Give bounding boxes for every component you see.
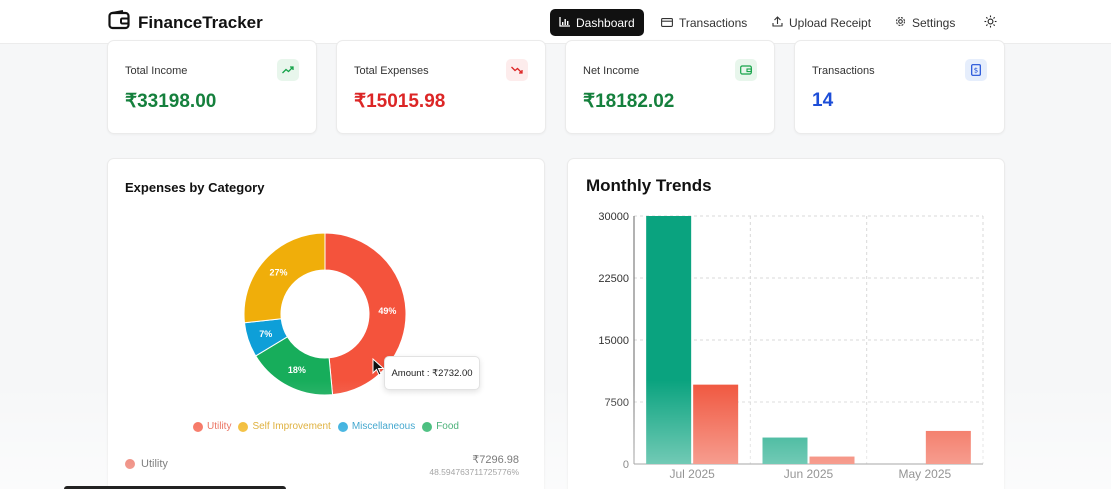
y-tick-label: 15000	[598, 335, 629, 347]
y-tick-label: 0	[623, 459, 629, 471]
x-tick-label: Jul 2025	[669, 467, 715, 481]
y-tick-label: 22500	[598, 273, 629, 285]
y-tick-label: 7500	[605, 397, 629, 409]
y-tick-label: 30000	[598, 211, 629, 223]
x-tick-label: May 2025	[898, 467, 951, 481]
monthly-trends-bar-chart: 0 7500 15000 22500 30000 Jul 2025 Jun 2025 May …	[598, 211, 984, 481]
bar-jun-2025-series-1[interactable]	[809, 456, 855, 464]
mouse-cursor-icon	[372, 358, 385, 376]
bar-jul-2025-series-0[interactable]	[646, 216, 692, 464]
bar-jun-2025-series-0[interactable]	[762, 437, 808, 464]
bar-may-2025-series-1[interactable]	[925, 430, 971, 464]
x-tick-label: Jun 2025	[784, 467, 834, 481]
bar-jul-2025-series-1[interactable]	[693, 384, 739, 464]
